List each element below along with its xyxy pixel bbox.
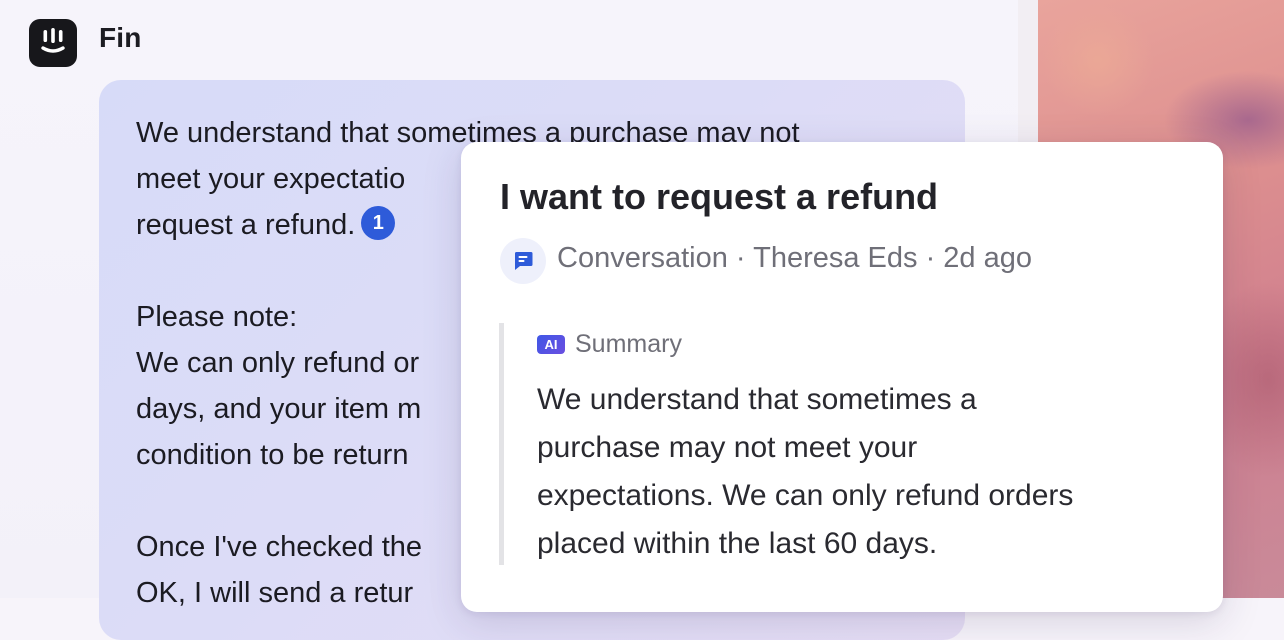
summary-section: AI Summary We understand that sometimes … (499, 323, 1073, 565)
summary-line: purchase may not meet your (537, 431, 918, 464)
source-card[interactable]: I want to request a refund Conversation … (461, 142, 1223, 612)
source-title[interactable]: I want to request a refund (500, 176, 938, 218)
agent-name: Fin (99, 22, 142, 53)
conversation-icon (500, 238, 546, 284)
source-meta: Conversation · Theresa Eds · 2d ago (557, 242, 1033, 274)
ai-badge-icon: AI (537, 335, 565, 354)
fin-logo-icon (29, 19, 77, 67)
summary-line: placed within the last 60 days. (537, 527, 938, 560)
summary-label: Summary (575, 330, 682, 358)
message-line: request a refund. (136, 209, 356, 241)
summary-text: We understand that sometimes a purchase … (537, 376, 1197, 568)
citation-badge[interactable]: 1 (361, 206, 396, 241)
summary-line: We understand that sometimes a (537, 383, 977, 416)
summary-line: expectations. We can only refund orders (537, 479, 1074, 512)
